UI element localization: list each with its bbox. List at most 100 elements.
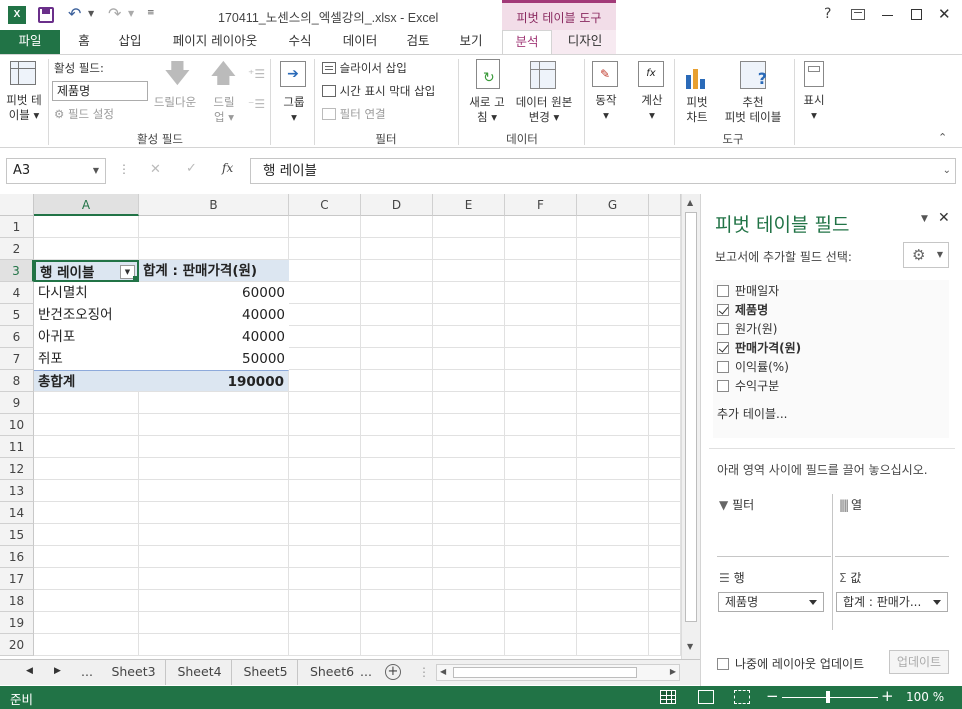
sheet-tab-more-right[interactable]: ...: [356, 660, 376, 685]
pane-options-icon[interactable]: ▼: [921, 214, 928, 224]
row-header-12[interactable]: 12: [0, 458, 34, 480]
cell[interactable]: [577, 480, 649, 502]
page-layout-view-icon[interactable]: [698, 690, 714, 704]
cell[interactable]: [505, 480, 577, 502]
cell[interactable]: [34, 634, 139, 656]
formula-input[interactable]: 행 레이블 ⌄: [250, 158, 956, 184]
row-header-3[interactable]: 3: [0, 260, 34, 282]
cell[interactable]: [34, 216, 139, 238]
row-header-19[interactable]: 19: [0, 612, 34, 634]
save-icon[interactable]: [38, 7, 54, 23]
cell[interactable]: [34, 612, 139, 634]
cell[interactable]: [649, 304, 681, 326]
cell[interactable]: [433, 546, 505, 568]
cell[interactable]: [505, 568, 577, 590]
cell[interactable]: [577, 546, 649, 568]
active-field-input[interactable]: 제품명: [52, 81, 148, 101]
cell[interactable]: [433, 392, 505, 414]
defer-update-box[interactable]: [717, 658, 729, 670]
vertical-scrollbar[interactable]: ▲ ▼: [681, 194, 700, 659]
pivot-item-label[interactable]: 쥐포: [34, 348, 139, 370]
rows-item-dropdown-icon[interactable]: [809, 600, 817, 605]
cell[interactable]: [361, 524, 433, 546]
field-checkbox[interactable]: [717, 380, 729, 392]
cell[interactable]: [289, 304, 361, 326]
tab-home[interactable]: 홈: [62, 30, 106, 54]
pivot-item-value[interactable]: 40000: [139, 304, 289, 326]
cell[interactable]: [34, 590, 139, 612]
cell[interactable]: [139, 634, 289, 656]
expand-formula-icon[interactable]: ⌄: [943, 159, 951, 183]
cell[interactable]: [289, 568, 361, 590]
values-area-item[interactable]: 합계 : 판매가...: [836, 592, 948, 612]
filter-connections-button[interactable]: 필터 연결: [322, 107, 386, 122]
new-sheet-icon[interactable]: +: [385, 664, 401, 680]
recommended-pivot-button[interactable]: 추천 피벗 테이블: [716, 95, 790, 125]
cell[interactable]: [361, 480, 433, 502]
tab-analyze[interactable]: 분석: [502, 30, 552, 55]
cell[interactable]: [433, 304, 505, 326]
cell[interactable]: [139, 238, 289, 260]
show-button[interactable]: 표시 ▾: [796, 93, 832, 123]
cell[interactable]: [505, 414, 577, 436]
cell[interactable]: [433, 348, 505, 370]
pivot-total-value[interactable]: 190000: [139, 370, 289, 392]
cell[interactable]: [139, 414, 289, 436]
cell[interactable]: [34, 568, 139, 590]
sheet-tab-more-left[interactable]: ...: [74, 660, 100, 685]
cell[interactable]: [577, 414, 649, 436]
cell[interactable]: [649, 348, 681, 370]
values-item-dropdown-icon[interactable]: [933, 600, 941, 605]
cell[interactable]: [505, 304, 577, 326]
row-header-1[interactable]: 1: [0, 216, 34, 238]
scroll-thumb[interactable]: [685, 212, 697, 622]
refresh-button[interactable]: 새로 고침 ▾: [464, 95, 510, 125]
cell[interactable]: [649, 546, 681, 568]
cell[interactable]: [289, 502, 361, 524]
cell[interactable]: [577, 238, 649, 260]
tab-review[interactable]: 검토: [396, 30, 440, 54]
pivot-item-label[interactable]: 아귀포: [34, 326, 139, 348]
redo-icon[interactable]: ↷: [108, 4, 121, 23]
cell[interactable]: [139, 568, 289, 590]
zoom-slider-track[interactable]: [782, 697, 878, 698]
row-header-7[interactable]: 7: [0, 348, 34, 370]
cell[interactable]: [505, 458, 577, 480]
pivot-item-label[interactable]: 반건조오징어: [34, 304, 139, 326]
cell[interactable]: [433, 458, 505, 480]
cell[interactable]: [34, 458, 139, 480]
cell[interactable]: [139, 216, 289, 238]
cell[interactable]: [505, 282, 577, 304]
customize-qat-icon[interactable]: ≡: [147, 8, 155, 18]
cell[interactable]: [289, 612, 361, 634]
column-header-e[interactable]: E: [433, 194, 505, 216]
field-item[interactable]: 원가(원): [717, 320, 777, 338]
collapse-ribbon-icon[interactable]: ⌃: [938, 131, 947, 144]
cell[interactable]: [433, 634, 505, 656]
cell[interactable]: [361, 282, 433, 304]
help-icon[interactable]: ?: [824, 6, 831, 22]
expand-field-icon[interactable]: ⁺☰: [248, 67, 265, 81]
page-break-view-icon[interactable]: [734, 690, 750, 704]
drill-up-button[interactable]: 드릴 업 ▾: [204, 95, 244, 125]
cell[interactable]: [289, 326, 361, 348]
enter-icon[interactable]: ✓: [186, 161, 197, 176]
sheet-prev-icon[interactable]: ◀: [26, 666, 33, 676]
cell[interactable]: [289, 282, 361, 304]
cell[interactable]: [433, 282, 505, 304]
field-item[interactable]: 판매일자: [717, 282, 779, 300]
pivot-value-header[interactable]: 합계 : 판매가격(원): [139, 260, 289, 282]
tab-view[interactable]: 보기: [450, 30, 492, 54]
row-header-4[interactable]: 4: [0, 282, 34, 304]
cell[interactable]: [433, 326, 505, 348]
cell[interactable]: [34, 436, 139, 458]
row-header-9[interactable]: 9: [0, 392, 34, 414]
cell[interactable]: [361, 414, 433, 436]
cell[interactable]: [289, 546, 361, 568]
row-header-5[interactable]: 5: [0, 304, 34, 326]
cell[interactable]: [289, 590, 361, 612]
cell[interactable]: [289, 260, 361, 282]
cell[interactable]: [505, 436, 577, 458]
cell[interactable]: [505, 260, 577, 282]
cell[interactable]: [361, 348, 433, 370]
